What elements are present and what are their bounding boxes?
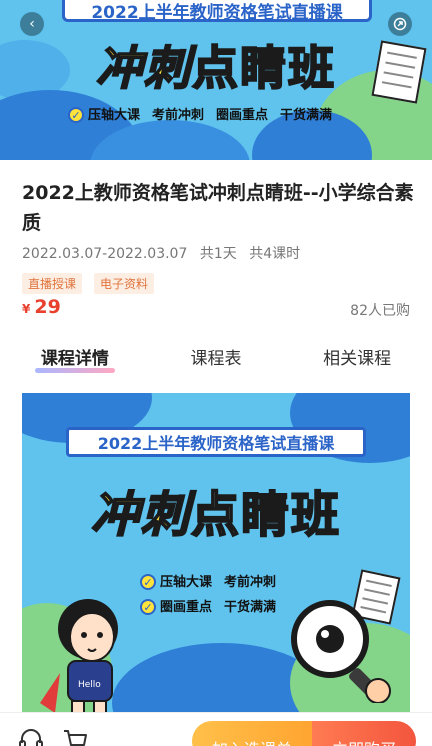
back-icon: ‹ <box>29 16 35 32</box>
poster-title-part2: 点睛班 <box>190 486 342 544</box>
tab-schedule[interactable]: 课程表 <box>184 342 247 371</box>
banner-feature: ✓ 压轴大课 <box>68 104 140 123</box>
check-icon: ✓ <box>140 574 156 590</box>
mascot-girl-illustration: Hello <box>40 599 118 713</box>
poster-feature: 干货满满 <box>224 600 277 615</box>
buyer-count: 82人已购 <box>350 303 410 319</box>
share-button[interactable] <box>388 12 412 36</box>
svg-text:Hello: Hello <box>78 680 101 690</box>
course-schedule: 2022.03.07-2022.03.07 共1天 共4课时 <box>22 243 308 263</box>
course-date-range: 2022.03.07-2022.03.07 <box>22 246 188 262</box>
tag-materials: 电子资料 <box>94 273 155 294</box>
check-icon: ✓ <box>140 599 156 615</box>
poster-subtitle: 2022上半年教师资格笔试直播课 <box>66 427 366 457</box>
headset-icon[interactable] <box>18 727 44 746</box>
tag-live: 直播授课 <box>22 273 83 294</box>
banner-title: 冲刺点睛班 <box>0 32 432 98</box>
banner-title-part1: 冲刺 <box>95 40 192 96</box>
banner-feature: 干货满满 <box>280 108 333 123</box>
banner-subtitle: 2022上半年教师资格笔试直播课 <box>62 0 372 23</box>
banner-feature: 考前冲刺 <box>152 108 205 123</box>
hero-banner: 2022上半年教师资格笔试直播课 冲刺点睛班 ✓ 压轴大课 考前冲刺 圈画重点 干… <box>0 0 432 160</box>
course-price: ¥29 <box>22 296 61 318</box>
paper-icon <box>371 40 427 104</box>
banner-features: ✓ 压轴大课 考前冲刺 圈画重点 干货满满 <box>68 104 332 123</box>
poster-feature: ✓ 圈画重点 <box>140 596 212 615</box>
price-value: 29 <box>34 296 61 318</box>
detail-tabs: 课程详情 课程表 相关课程 <box>0 340 432 373</box>
bottom-action-bar: 加入选课单 立即购买 <box>0 712 432 746</box>
add-to-course-list-button[interactable]: 加入选课单 <box>192 721 312 746</box>
banner-title-part2: 点睛班 <box>191 40 336 96</box>
course-title: 2022上教师资格笔试冲刺点睛班--小学综合素质 <box>22 182 414 234</box>
poster-title-part1: 冲刺 <box>90 486 191 544</box>
currency-symbol: ¥ <box>22 302 31 316</box>
check-icon: ✓ <box>68 107 84 123</box>
poster-features: ✓ 压轴大课 考前冲刺 ✓ 圈画重点 干货满满 <box>140 571 276 615</box>
share-icon <box>393 17 407 31</box>
course-lessons: 共4课时 <box>249 246 301 262</box>
course-days: 共1天 <box>199 246 237 262</box>
course-poster: 2022上半年教师资格笔试直播课 冲刺点睛班 ✓ 压轴大课 考前冲刺 ✓ 圈画重点 … <box>22 393 410 713</box>
poster-feature: ✓ 压轴大课 <box>140 571 212 590</box>
poster-feature: 考前冲刺 <box>224 575 277 590</box>
tab-course-details[interactable]: 课程详情 <box>34 342 115 373</box>
back-button[interactable]: ‹ <box>20 12 44 36</box>
buy-now-button[interactable]: 立即购买 <box>312 721 416 746</box>
poster-title: 冲刺点睛班 <box>22 475 410 545</box>
magnifier-eye-illustration <box>291 600 391 703</box>
cart-icon[interactable] <box>62 727 88 746</box>
course-tags: 直播授课 电子资料 <box>22 273 155 294</box>
tab-related-courses[interactable]: 相关课程 <box>317 342 397 371</box>
banner-feature: 圈画重点 <box>216 108 269 123</box>
